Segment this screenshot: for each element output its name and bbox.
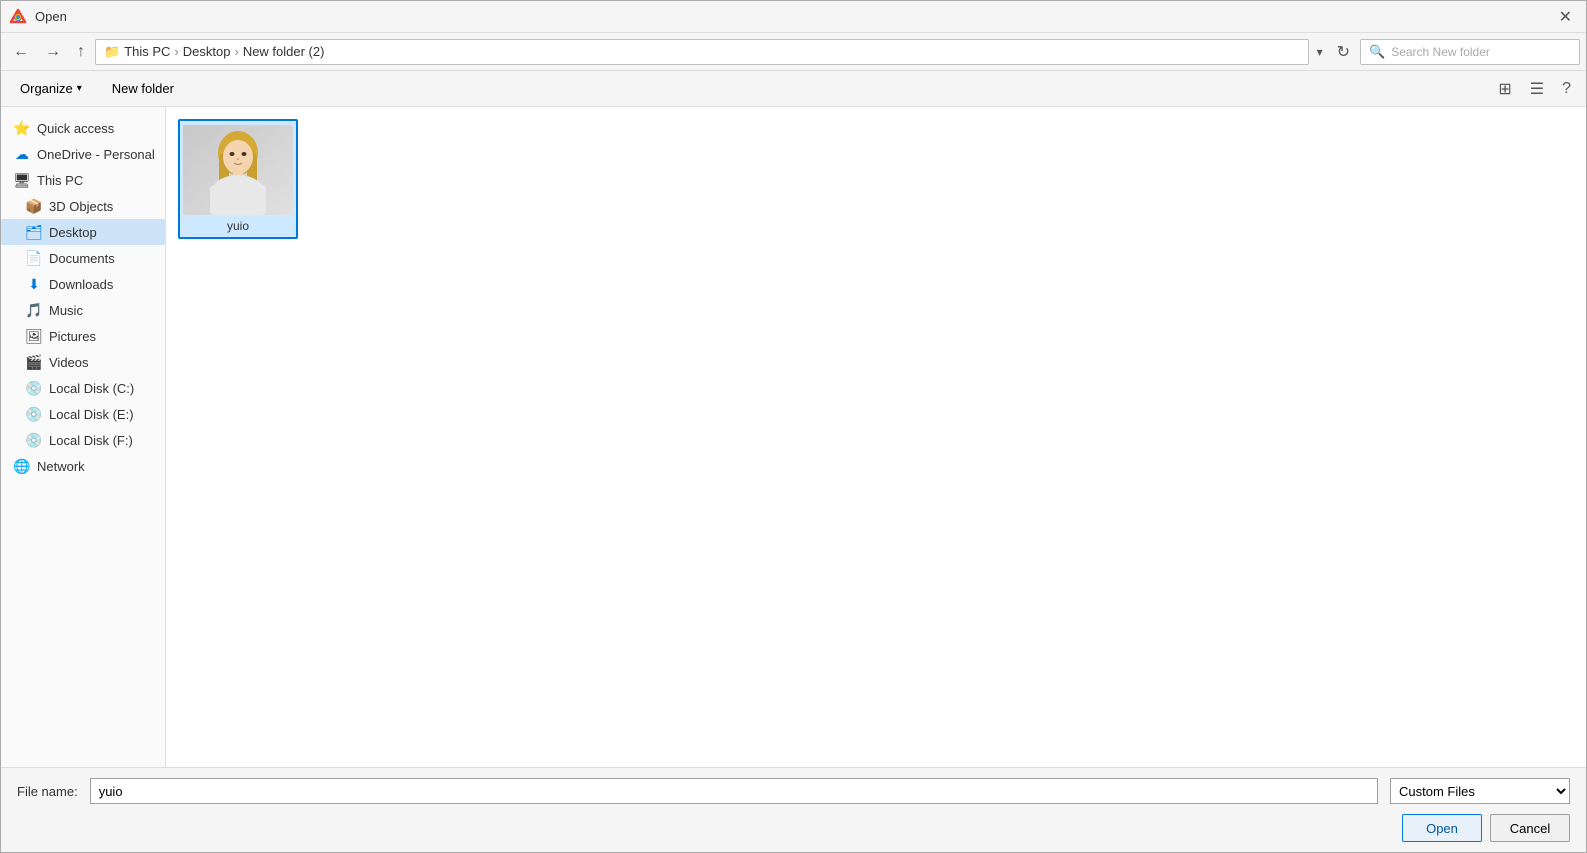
onedrive-icon: ☁ (13, 145, 31, 163)
view-list-button[interactable]: ☰ (1523, 75, 1551, 103)
sidebar-item-label-music: Music (49, 303, 83, 318)
sidebar-item-local-disk-f[interactable]: 💿 Local Disk (F:) (1, 427, 165, 453)
sidebar-item-label-local-disk-e: Local Disk (E:) (49, 407, 134, 422)
file-item-yuio[interactable]: yuio (178, 119, 298, 239)
sidebar-item-label-documents: Documents (49, 251, 115, 266)
sidebar-item-music[interactable]: 🎵 Music (1, 297, 165, 323)
titlebar: Open ✕ (1, 1, 1586, 33)
up-button[interactable]: ↑ (71, 39, 91, 65)
view-thumbnail-button[interactable]: ⊞ (1491, 75, 1518, 103)
open-dialog: Open ✕ ← → ↑ 📁 This PC › Desktop › New f… (0, 0, 1587, 853)
titlebar-title: Open (35, 9, 1545, 24)
sidebar-item-desktop[interactable]: 🗂 Desktop (1, 219, 165, 245)
filename-label: File name: (17, 784, 78, 799)
sidebar-item-documents[interactable]: 📄 Documents (1, 245, 165, 271)
bottom-bar: File name: Custom Files All Files Open C… (1, 767, 1586, 852)
path-this-pc: This PC (124, 44, 170, 59)
sidebar-item-label-local-disk-c: Local Disk (C:) (49, 381, 134, 396)
forward-button[interactable]: → (39, 39, 67, 65)
person-svg (183, 125, 293, 215)
filename-row: File name: Custom Files All Files (17, 778, 1570, 804)
sidebar-item-onedrive[interactable]: ☁ OneDrive - Personal (1, 141, 165, 167)
organize-button[interactable]: Organize ▾ (9, 77, 93, 100)
sidebar-item-label-quick-access: Quick access (37, 121, 114, 136)
sidebar-item-local-disk-c[interactable]: 💿 Local Disk (C:) (1, 375, 165, 401)
sidebar-item-network[interactable]: 🌐 Network (1, 453, 165, 479)
refresh-button[interactable]: ↻ (1331, 38, 1356, 66)
search-box[interactable]: 🔍 Search New folder (1360, 39, 1580, 65)
file-name-yuio: yuio (227, 219, 249, 233)
sidebar: ⭐ Quick access ☁ OneDrive - Personal 🖥 T… (1, 107, 166, 767)
filename-input[interactable] (90, 778, 1378, 804)
3d-objects-icon: 📦 (25, 197, 43, 215)
sidebar-item-label-videos: Videos (49, 355, 89, 370)
local-disk-c-icon: 💿 (25, 379, 43, 397)
content-area: yuio (166, 107, 1586, 767)
path-desktop: Desktop (183, 44, 231, 59)
path-new-folder: New folder (2) (243, 44, 325, 59)
local-disk-e-icon: 💿 (25, 405, 43, 423)
videos-icon: 🎬 (25, 353, 43, 371)
toolbar-right: ⊞ ☰ ? (1491, 75, 1578, 103)
chrome-icon (9, 8, 27, 26)
sidebar-item-label-this-pc: This PC (37, 173, 83, 188)
person-figure (183, 125, 293, 215)
network-icon: 🌐 (13, 457, 31, 475)
sidebar-item-label-onedrive: OneDrive - Personal (37, 147, 155, 162)
sidebar-item-label-3d-objects: 3D Objects (49, 199, 113, 214)
main-area: ⭐ Quick access ☁ OneDrive - Personal 🖥 T… (1, 107, 1586, 767)
sidebar-item-label-pictures: Pictures (49, 329, 96, 344)
addressbar: ← → ↑ 📁 This PC › Desktop › New folder (… (1, 33, 1586, 71)
new-folder-label: New folder (112, 81, 174, 96)
search-icon: 🔍 (1369, 44, 1385, 60)
music-icon: 🎵 (25, 301, 43, 319)
help-button[interactable]: ? (1555, 76, 1578, 102)
address-path[interactable]: 📁 This PC › Desktop › New folder (2) (95, 39, 1309, 65)
search-placeholder: Search New folder (1391, 45, 1490, 59)
path-icon: 📁 (104, 44, 120, 60)
cancel-button[interactable]: Cancel (1490, 814, 1570, 842)
sidebar-item-local-disk-e[interactable]: 💿 Local Disk (E:) (1, 401, 165, 427)
sidebar-item-label-downloads: Downloads (49, 277, 113, 292)
downloads-icon: ⬇ (25, 275, 43, 293)
organize-arrow: ▾ (77, 83, 82, 94)
sidebar-item-downloads[interactable]: ⬇ Downloads (1, 271, 165, 297)
documents-icon: 📄 (25, 249, 43, 267)
filetype-select[interactable]: Custom Files All Files (1390, 778, 1570, 804)
desktop-icon: 🗂 (25, 223, 43, 241)
local-disk-f-icon: 💿 (25, 431, 43, 449)
open-button[interactable]: Open (1402, 814, 1482, 842)
sidebar-item-videos[interactable]: 🎬 Videos (1, 349, 165, 375)
action-row: Open Cancel (17, 814, 1570, 842)
organize-label: Organize (20, 81, 73, 96)
new-folder-button[interactable]: New folder (101, 77, 185, 100)
pictures-icon: 🖼 (25, 327, 43, 345)
back-button[interactable]: ← (7, 39, 35, 65)
address-dropdown-button[interactable]: ▾ (1313, 41, 1327, 63)
sidebar-item-this-pc[interactable]: 🖥 This PC (1, 167, 165, 193)
file-thumbnail-yuio (183, 125, 293, 215)
close-button[interactable]: ✕ (1553, 5, 1578, 29)
sidebar-item-pictures[interactable]: 🖼 Pictures (1, 323, 165, 349)
sidebar-item-3d-objects[interactable]: 📦 3D Objects (1, 193, 165, 219)
sidebar-item-label-network: Network (37, 459, 85, 474)
sidebar-item-label-desktop: Desktop (49, 225, 97, 240)
sidebar-item-label-local-disk-f: Local Disk (F:) (49, 433, 133, 448)
toolbar: Organize ▾ New folder ⊞ ☰ ? (1, 71, 1586, 107)
quick-access-icon: ⭐ (13, 119, 31, 137)
this-pc-icon: 🖥 (13, 171, 31, 189)
sidebar-item-quick-access[interactable]: ⭐ Quick access (1, 115, 165, 141)
